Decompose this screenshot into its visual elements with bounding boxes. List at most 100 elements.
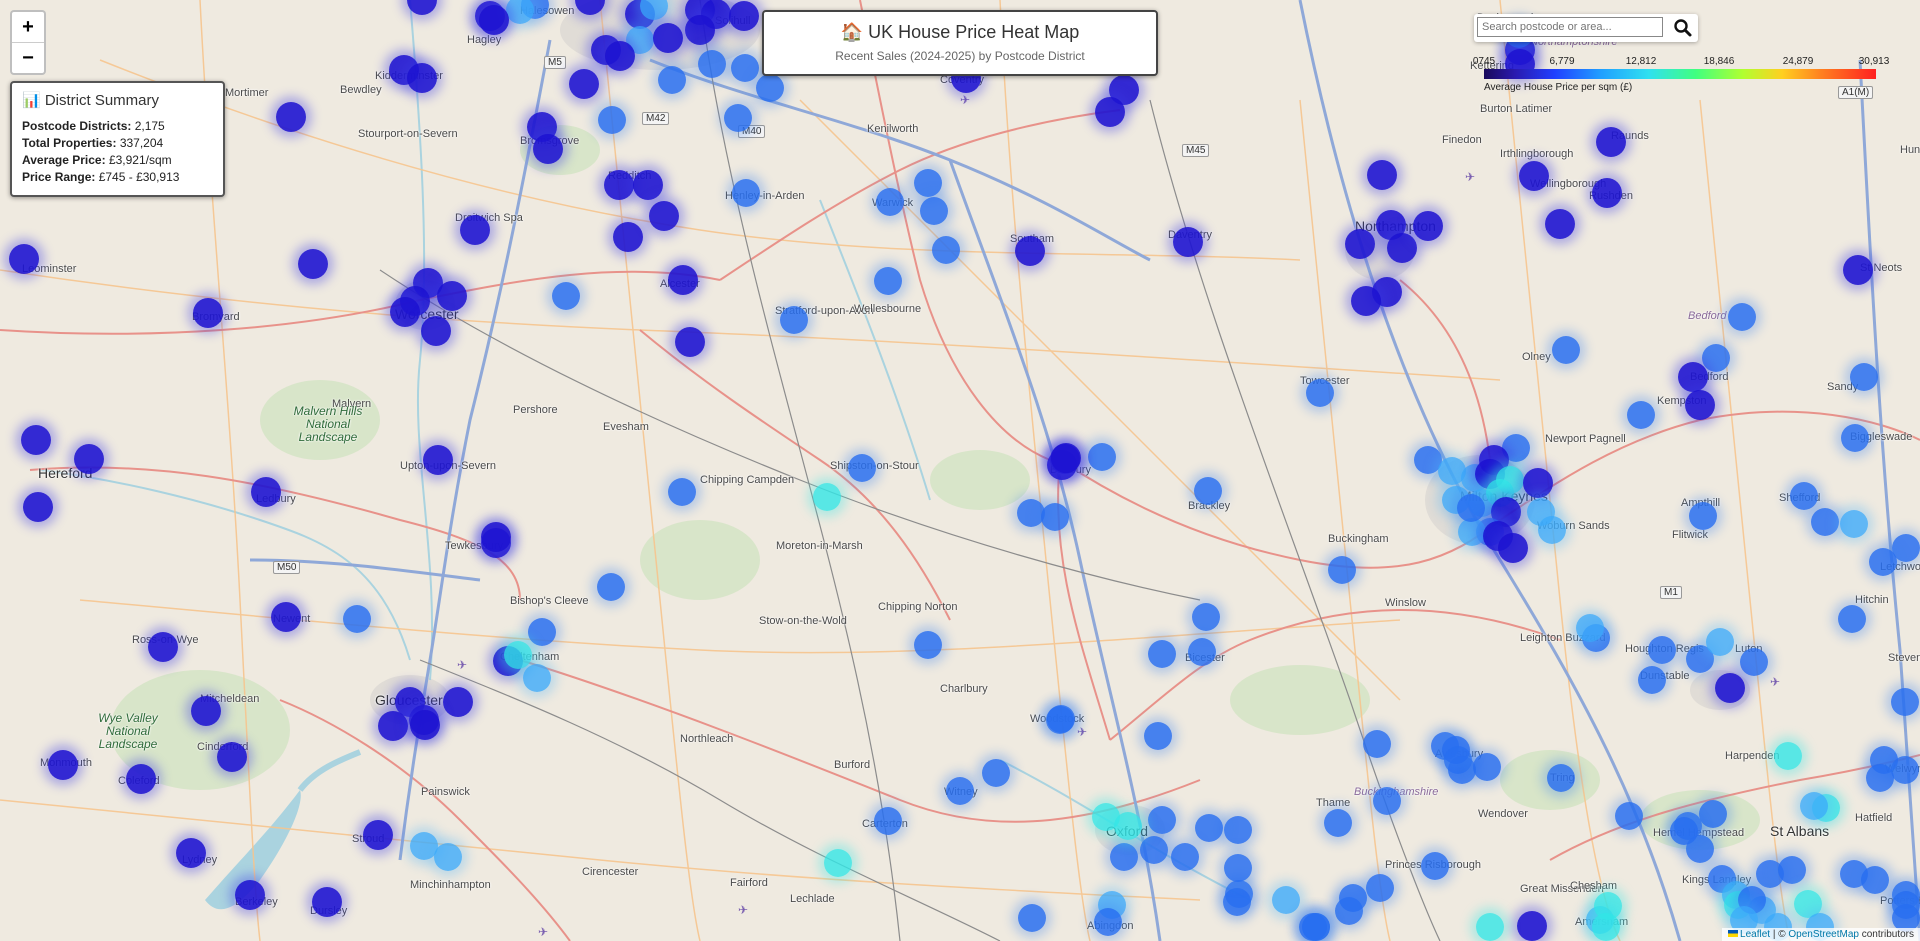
district-heat-dot[interactable]: [528, 618, 556, 646]
district-heat-dot[interactable]: [1345, 229, 1375, 259]
district-heat-dot[interactable]: [9, 244, 39, 274]
district-heat-dot[interactable]: [780, 306, 808, 334]
district-heat-dot[interactable]: [48, 750, 78, 780]
district-heat-dot[interactable]: [1366, 874, 1394, 902]
leaflet-link[interactable]: Leaflet: [1740, 929, 1770, 940]
district-heat-dot[interactable]: [1299, 913, 1327, 941]
district-heat-dot[interactable]: [813, 483, 841, 511]
district-heat-dot[interactable]: [1702, 344, 1730, 372]
district-heat-dot[interactable]: [1351, 286, 1381, 316]
district-heat-dot[interactable]: [1699, 800, 1727, 828]
district-heat-dot[interactable]: [824, 849, 852, 877]
district-heat-dot[interactable]: [920, 197, 948, 225]
district-heat-dot[interactable]: [982, 759, 1010, 787]
district-heat-dot[interactable]: [533, 134, 563, 164]
district-heat-dot[interactable]: [1306, 379, 1334, 407]
district-heat-dot[interactable]: [437, 281, 467, 311]
district-heat-dot[interactable]: [1552, 336, 1580, 364]
district-heat-dot[interactable]: [479, 5, 509, 35]
district-heat-dot[interactable]: [1047, 705, 1075, 733]
district-heat-dot[interactable]: [1728, 303, 1756, 331]
district-heat-dot[interactable]: [1015, 236, 1045, 266]
district-heat-dot[interactable]: [1192, 603, 1220, 631]
district-heat-dot[interactable]: [1457, 494, 1485, 522]
district-heat-dot[interactable]: [1144, 722, 1172, 750]
district-heat-dot[interactable]: [1547, 764, 1575, 792]
district-heat-dot[interactable]: [191, 696, 221, 726]
district-heat-dot[interactable]: [443, 687, 473, 717]
district-heat-dot[interactable]: [1740, 648, 1768, 676]
district-heat-dot[interactable]: [410, 710, 440, 740]
district-heat-dot[interactable]: [1869, 548, 1897, 576]
district-heat-dot[interactable]: [685, 15, 715, 45]
district-heat-dot[interactable]: [653, 23, 683, 53]
search-button[interactable]: [1672, 17, 1694, 39]
district-heat-dot[interactable]: [363, 820, 393, 850]
district-heat-dot[interactable]: [1519, 161, 1549, 191]
district-heat-dot[interactable]: [1339, 884, 1367, 912]
district-heat-dot[interactable]: [1195, 814, 1223, 842]
zoom-out-button[interactable]: −: [12, 42, 44, 73]
district-heat-dot[interactable]: [1094, 908, 1122, 936]
district-heat-dot[interactable]: [1413, 211, 1443, 241]
district-heat-dot[interactable]: [1778, 856, 1806, 884]
district-heat-dot[interactable]: [217, 742, 247, 772]
district-heat-dot[interactable]: [1473, 753, 1501, 781]
district-heat-dot[interactable]: [1689, 502, 1717, 530]
district-heat-dot[interactable]: [874, 807, 902, 835]
district-heat-dot[interactable]: [1458, 518, 1486, 546]
district-heat-dot[interactable]: [731, 54, 759, 82]
district-heat-dot[interactable]: [1442, 736, 1470, 764]
district-heat-dot[interactable]: [1790, 482, 1818, 510]
district-heat-dot[interactable]: [23, 492, 53, 522]
district-heat-dot[interactable]: [1148, 806, 1176, 834]
district-heat-dot[interactable]: [598, 106, 626, 134]
osm-link[interactable]: OpenStreetMap: [1788, 929, 1859, 940]
district-heat-dot[interactable]: [423, 445, 453, 475]
district-heat-dot[interactable]: [1715, 673, 1745, 703]
district-heat-dot[interactable]: [1328, 556, 1356, 584]
district-heat-dot[interactable]: [434, 843, 462, 871]
district-heat-dot[interactable]: [1592, 178, 1622, 208]
district-heat-dot[interactable]: [729, 1, 759, 31]
district-heat-dot[interactable]: [1891, 688, 1919, 716]
district-heat-dot[interactable]: [1678, 362, 1708, 392]
district-heat-dot[interactable]: [1774, 742, 1802, 770]
district-heat-dot[interactable]: [552, 282, 580, 310]
district-heat-dot[interactable]: [668, 265, 698, 295]
district-heat-dot[interactable]: [1148, 640, 1176, 668]
district-heat-dot[interactable]: [1363, 730, 1391, 758]
district-heat-dot[interactable]: [1421, 852, 1449, 880]
district-heat-dot[interactable]: [343, 605, 371, 633]
district-heat-dot[interactable]: [1538, 516, 1566, 544]
district-heat-dot[interactable]: [1850, 363, 1878, 391]
district-heat-dot[interactable]: [504, 641, 532, 669]
district-heat-dot[interactable]: [1498, 533, 1528, 563]
district-heat-dot[interactable]: [914, 631, 942, 659]
district-heat-dot[interactable]: [1685, 390, 1715, 420]
district-heat-dot[interactable]: [378, 711, 408, 741]
district-heat-dot[interactable]: [1324, 809, 1352, 837]
district-heat-dot[interactable]: [1223, 888, 1251, 916]
district-heat-dot[interactable]: [1373, 787, 1401, 815]
district-heat-dot[interactable]: [1018, 904, 1046, 932]
district-heat-dot[interactable]: [1367, 160, 1397, 190]
zoom-in-button[interactable]: +: [12, 12, 44, 42]
district-heat-dot[interactable]: [1592, 913, 1620, 941]
district-heat-dot[interactable]: [1051, 443, 1081, 473]
district-heat-dot[interactable]: [407, 63, 437, 93]
district-heat-dot[interactable]: [1670, 817, 1698, 845]
district-heat-dot[interactable]: [1095, 97, 1125, 127]
district-heat-dot[interactable]: [1638, 666, 1666, 694]
district-heat-dot[interactable]: [193, 298, 223, 328]
district-heat-dot[interactable]: [460, 215, 490, 245]
district-heat-dot[interactable]: [21, 425, 51, 455]
district-heat-dot[interactable]: [176, 838, 206, 868]
district-heat-dot[interactable]: [74, 444, 104, 474]
district-heat-dot[interactable]: [848, 454, 876, 482]
district-heat-dot[interactable]: [235, 880, 265, 910]
district-heat-dot[interactable]: [649, 201, 679, 231]
district-heat-dot[interactable]: [1840, 510, 1868, 538]
district-heat-dot[interactable]: [1627, 401, 1655, 429]
district-heat-dot[interactable]: [1224, 854, 1252, 882]
